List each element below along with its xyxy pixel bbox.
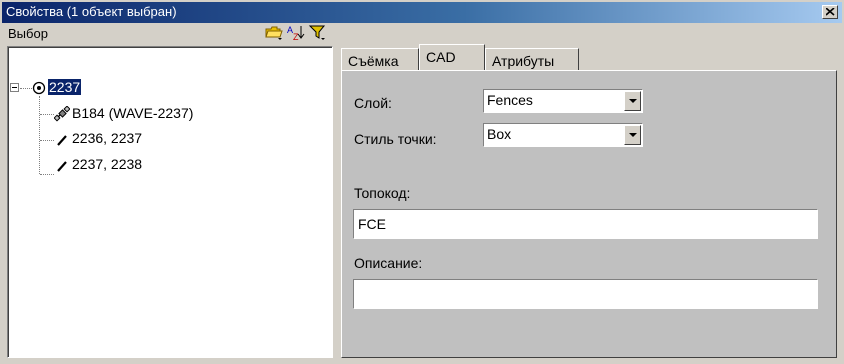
topocode-label: Топокод: (354, 185, 411, 201)
tab-label: CAD (426, 49, 456, 65)
folder-icon[interactable] (264, 24, 284, 42)
selection-tree[interactable]: 2237 B184 (WAVE-2237) 2236, 2237 2237, 2… (7, 46, 333, 358)
collapse-toggle[interactable] (10, 83, 19, 92)
line-segment-icon (56, 158, 70, 177)
tree-child-node[interactable]: 2237, 2238 (72, 156, 142, 172)
close-icon (826, 8, 835, 16)
svg-text:Z: Z (293, 32, 299, 42)
filter-icon[interactable] (308, 24, 328, 42)
topocode-value: FCE (358, 216, 386, 232)
tab-cad[interactable]: CAD (419, 44, 485, 70)
tree-connector (40, 174, 54, 175)
description-label: Описание: (354, 255, 423, 271)
tab-label: Съёмка (348, 53, 399, 69)
window-title: Свойства (1 объект выбран) (6, 4, 177, 19)
tab-survey[interactable]: Съёмка (341, 48, 419, 70)
sort-az-icon[interactable]: A Z (286, 24, 306, 42)
tree-connector (39, 96, 40, 174)
properties-window: Свойства (1 объект выбран) Выбор A Z 223… (0, 0, 844, 364)
point-style-select[interactable]: Box (483, 123, 643, 147)
point-style-label: Стиль точки: (354, 131, 437, 147)
topocode-input[interactable]: FCE (353, 209, 818, 239)
tree-child-node[interactable]: B184 (WAVE-2237) (72, 105, 193, 121)
tree-child-node[interactable]: 2236, 2237 (72, 130, 142, 146)
tree-content: 2237 B184 (WAVE-2237) 2236, 2237 2237, 2… (8, 47, 332, 357)
tree-connector (40, 114, 54, 115)
tree-root-node[interactable]: 2237 (46, 78, 83, 96)
chevron-down-icon[interactable] (624, 91, 641, 111)
layer-label: Слой: (354, 95, 392, 111)
description-input[interactable] (353, 279, 818, 309)
title-bar[interactable]: Свойства (1 объект выбран) (2, 2, 842, 23)
tab-attributes[interactable]: Атрибуты (485, 48, 579, 70)
layer-value: Fences (487, 92, 533, 108)
tree-connector (20, 88, 32, 89)
tab-label: Атрибуты (492, 53, 555, 69)
selection-label: Выбор (8, 26, 48, 41)
cad-tab-panel: Слой: Fences Стиль точки: Box Топокод: F… (341, 70, 837, 358)
layer-select[interactable]: Fences (483, 89, 643, 113)
line-segment-icon (56, 132, 70, 151)
chevron-down-icon[interactable] (624, 125, 641, 145)
close-button[interactable] (822, 5, 838, 19)
satellite-icon (53, 105, 71, 125)
tree-connector (40, 140, 54, 141)
point-style-value: Box (487, 126, 512, 142)
